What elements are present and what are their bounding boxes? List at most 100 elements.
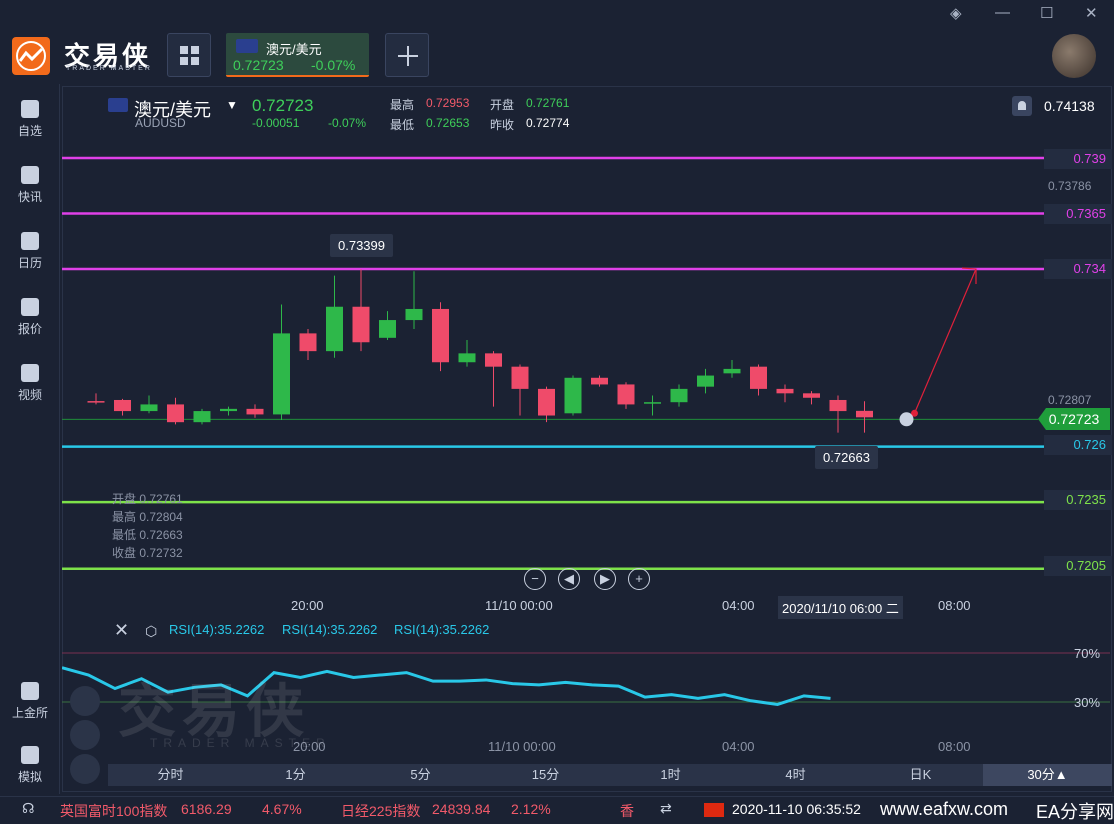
sidebar-item-sge[interactable]: 上金所 <box>0 674 60 734</box>
layout-grid-button[interactable] <box>167 33 211 77</box>
tab-1h[interactable]: 1时 <box>608 764 733 786</box>
close-icon[interactable]: ✕ <box>1085 4 1098 22</box>
close-indicator-icon[interactable]: ✕ <box>114 620 129 641</box>
level-label[interactable]: 0.734 <box>1044 259 1112 279</box>
ticker-value: 24839.84 <box>432 801 491 817</box>
sidebar-item-simulate[interactable]: 模拟 <box>0 738 60 798</box>
high-callout: 0.73399 <box>330 234 393 257</box>
symbol-tab-change: -0.07% <box>311 57 356 73</box>
candle-body <box>299 333 317 352</box>
tab-5m[interactable]: 5分 <box>358 764 483 786</box>
candle-body <box>591 377 608 385</box>
ticker-value: 6186.29 <box>181 801 232 817</box>
headset-icon[interactable]: ☊ <box>22 800 34 817</box>
avatar[interactable] <box>1052 34 1096 78</box>
maximize-icon[interactable]: ☐ <box>1040 4 1053 22</box>
settings-icon[interactable]: ⬡ <box>145 623 157 640</box>
candle-body <box>352 306 370 343</box>
cn-flag-icon <box>704 803 724 817</box>
scroll-right-button[interactable]: ▶ <box>594 568 616 590</box>
minimize-icon[interactable]: — <box>995 4 1010 21</box>
candle-body <box>723 368 741 374</box>
add-symbol-button[interactable] <box>385 33 429 77</box>
rsi-label: RSI(14):35.2262 <box>169 622 265 637</box>
zoom-in-button[interactable]: + <box>628 568 650 590</box>
low-label: 最低 <box>390 118 415 132</box>
projection-arrow <box>913 268 977 414</box>
symbol-tab-price: 0.72723 <box>233 57 284 73</box>
sidebar-item-label: 快讯 <box>17 190 42 204</box>
candle-body <box>220 408 237 412</box>
symbol-tab-name: 澳元/美元 <box>266 42 322 57</box>
bell-icon[interactable] <box>1012 96 1032 116</box>
candle-body <box>432 308 449 363</box>
candle-body <box>246 408 264 415</box>
legend-close: 收盘 0.72732 <box>112 546 183 560</box>
symbol-tab[interactable]: 澳元/美元 0.72723 -0.07% <box>226 33 369 77</box>
candle-body <box>140 404 158 412</box>
low-value: 0.72653 <box>426 116 470 130</box>
indicator-icon[interactable] <box>70 754 100 784</box>
translate-icon[interactable]: ⇄ <box>660 800 672 817</box>
tab-timeshare[interactable]: 分时 <box>108 764 233 786</box>
ticker-pct: 4.67% <box>262 801 302 817</box>
candle-body <box>803 393 820 398</box>
candle-body <box>193 411 211 423</box>
legend-high: 最高 0.72804 <box>112 510 183 524</box>
legend-low: 最低 0.72663 <box>112 528 183 542</box>
sidebar-item-label: 模拟 <box>17 770 42 784</box>
time-tick: 11/10 00:00 <box>485 598 553 613</box>
star-plus-icon <box>21 100 39 118</box>
tab-15m[interactable]: 15分 <box>483 764 608 786</box>
ticker-name[interactable]: 日经225指数 <box>341 801 420 821</box>
candle-body <box>538 388 555 416</box>
sidebar-item-watchlist[interactable]: 自选 <box>0 92 60 152</box>
chevron-down-icon[interactable]: ▼ <box>226 98 238 112</box>
ticker-pct: 2.12% <box>511 801 551 817</box>
watermark-site: EA分享网 <box>1036 802 1114 822</box>
tab-daily[interactable]: 日K <box>858 764 983 786</box>
level-label[interactable]: 0.739 <box>1044 149 1112 169</box>
symbol-code: AUDUSD <box>135 116 186 130</box>
scroll-left-button[interactable]: ◀ <box>558 568 580 590</box>
info-icon <box>899 412 914 427</box>
rsi-70-label: 70% <box>1074 646 1101 661</box>
clock-datetime: 2020-11-10 06:35:52 <box>732 801 861 817</box>
level-label[interactable]: 0.7235 <box>1044 490 1112 510</box>
ticker-name[interactable]: 香 <box>620 801 634 821</box>
candle-body <box>856 410 873 418</box>
sidebar-item-video[interactable]: 视频 <box>0 356 60 416</box>
sidebar-item-label: 日历 <box>17 256 42 270</box>
logo-icon <box>12 37 50 75</box>
level-label[interactable]: 0.726 <box>1044 435 1112 455</box>
low-callout: 0.72663 <box>815 446 878 469</box>
au-flag-icon <box>236 39 258 53</box>
sidebar-item-news[interactable]: 快讯 <box>0 158 60 218</box>
time-tick: 08:00 <box>938 739 971 754</box>
candle-type-icon[interactable] <box>70 686 100 716</box>
time-tick: 11/10 00:00 <box>488 739 556 754</box>
time-tick: 20:00 <box>291 598 324 613</box>
layers-icon[interactable]: ◈ <box>950 4 962 22</box>
level-label[interactable]: 0.7365 <box>1044 204 1112 224</box>
ticker-name[interactable]: 英国富时100指数 <box>60 801 167 821</box>
tab-4h[interactable]: 4时 <box>733 764 858 786</box>
rsi-label: RSI(14):35.2262 <box>394 622 490 637</box>
sidebar-item-label: 上金所 <box>11 706 48 720</box>
candle-body <box>670 388 688 403</box>
watermark-url: www.eafxw.com <box>880 799 1009 819</box>
level-label[interactable]: 0.7205 <box>1044 556 1112 576</box>
current-price-tag: 0.72723 <box>1038 408 1110 430</box>
tab-1m[interactable]: 1分 <box>233 764 358 786</box>
candle-body <box>697 375 714 387</box>
sidebar-item-quotes[interactable]: 报价 <box>0 290 60 350</box>
exchange-icon <box>21 682 39 700</box>
zoom-out-button[interactable]: − <box>524 568 546 590</box>
tab-30m[interactable]: 30分▲ <box>983 764 1112 786</box>
candle-body <box>750 366 767 389</box>
candle-body <box>776 388 794 394</box>
sidebar-item-calendar[interactable]: 日历 <box>0 224 60 284</box>
pen-icon[interactable] <box>70 720 100 750</box>
plus-icon <box>398 46 418 66</box>
news-icon <box>21 166 39 184</box>
